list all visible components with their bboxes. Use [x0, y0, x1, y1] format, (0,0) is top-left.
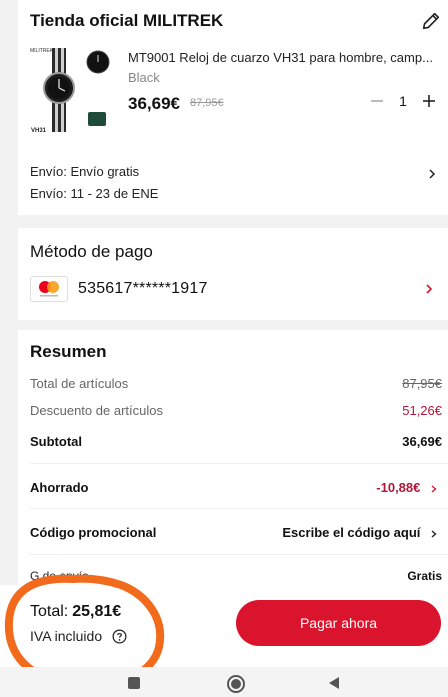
- promo-code-label: Código promocional: [30, 525, 157, 540]
- nav-back-icon[interactable]: [326, 675, 342, 691]
- product-title[interactable]: MT9001 Reloj de cuarzo VH31 para hombre,…: [128, 50, 446, 65]
- shipping-method[interactable]: Envío: Envío gratis: [30, 164, 139, 179]
- payment-title: Método de pago: [30, 242, 153, 261]
- promo-code-row[interactable]: Escribe el código aquí: [282, 525, 438, 540]
- minus-icon[interactable]: [366, 90, 388, 112]
- pay-now-button[interactable]: Pagar ahora: [236, 600, 441, 646]
- chevron-right-icon[interactable]: [424, 284, 434, 294]
- product-old-price: 87,95€: [190, 97, 224, 109]
- product-image[interactable]: MILITREK VH31: [28, 42, 118, 140]
- plus-icon[interactable]: [418, 90, 440, 112]
- divider: [30, 554, 448, 555]
- nav-home-icon[interactable]: [226, 674, 246, 694]
- items-total-value: 87,95€: [402, 376, 442, 391]
- items-discount-value: 51,26€: [402, 403, 442, 418]
- edit-icon[interactable]: [420, 10, 442, 32]
- store-name[interactable]: Tienda oficial MILITREK: [30, 11, 223, 31]
- card-number[interactable]: 535617******1917: [78, 280, 208, 298]
- nav-recent-icon[interactable]: [128, 677, 140, 689]
- mastercard-icon: [30, 276, 68, 302]
- shipping-date: Envío: 11 - 23 de ENE: [30, 186, 159, 201]
- system-nav-bar: [0, 667, 448, 697]
- divider: [30, 463, 448, 464]
- divider: [30, 508, 448, 509]
- vat-label: IVA incluido: [30, 628, 103, 644]
- chevron-right-icon[interactable]: [426, 168, 438, 180]
- total-label: Total:: [30, 603, 69, 620]
- summary-title: Resumen: [30, 342, 107, 361]
- image-brand-label: MILITREK: [30, 48, 54, 54]
- subtotal-value: 36,69€: [402, 434, 442, 449]
- saved-label: Ahorrado: [30, 480, 89, 495]
- promo-code-placeholder: Escribe el código aquí: [282, 525, 421, 540]
- total-row: Total: 25,81€: [30, 603, 121, 621]
- saved-value: -10,88€: [376, 480, 421, 495]
- help-icon[interactable]: [112, 629, 127, 644]
- chevron-right-icon: [431, 485, 437, 493]
- product-price: 36,69€: [128, 94, 180, 113]
- vat-row: IVA incluido: [30, 628, 127, 644]
- subtotal-label: Subtotal: [30, 434, 82, 449]
- chevron-right-icon: [431, 530, 437, 538]
- image-model-label: VH31: [31, 128, 47, 134]
- quantity-value: 1: [399, 93, 407, 109]
- store-card: Tienda oficial MILITREK MILITREK VH31 MT…: [18, 0, 448, 215]
- total-value: 25,81€: [72, 603, 122, 620]
- product-variant: Black: [128, 70, 160, 85]
- shipping-cost-value: Gratis: [407, 569, 442, 583]
- shipping-cost-label: G de envío: [30, 569, 89, 583]
- items-discount-label: Descuento de artículos: [30, 403, 163, 418]
- payment-card: Método de pago 535617******1917: [18, 228, 448, 320]
- items-total-label: Total de artículos: [30, 376, 129, 391]
- checkout-bar: Total: 25,81€ IVA incluido Pagar ahora: [0, 585, 448, 667]
- saved-row[interactable]: -10,88€: [376, 480, 438, 495]
